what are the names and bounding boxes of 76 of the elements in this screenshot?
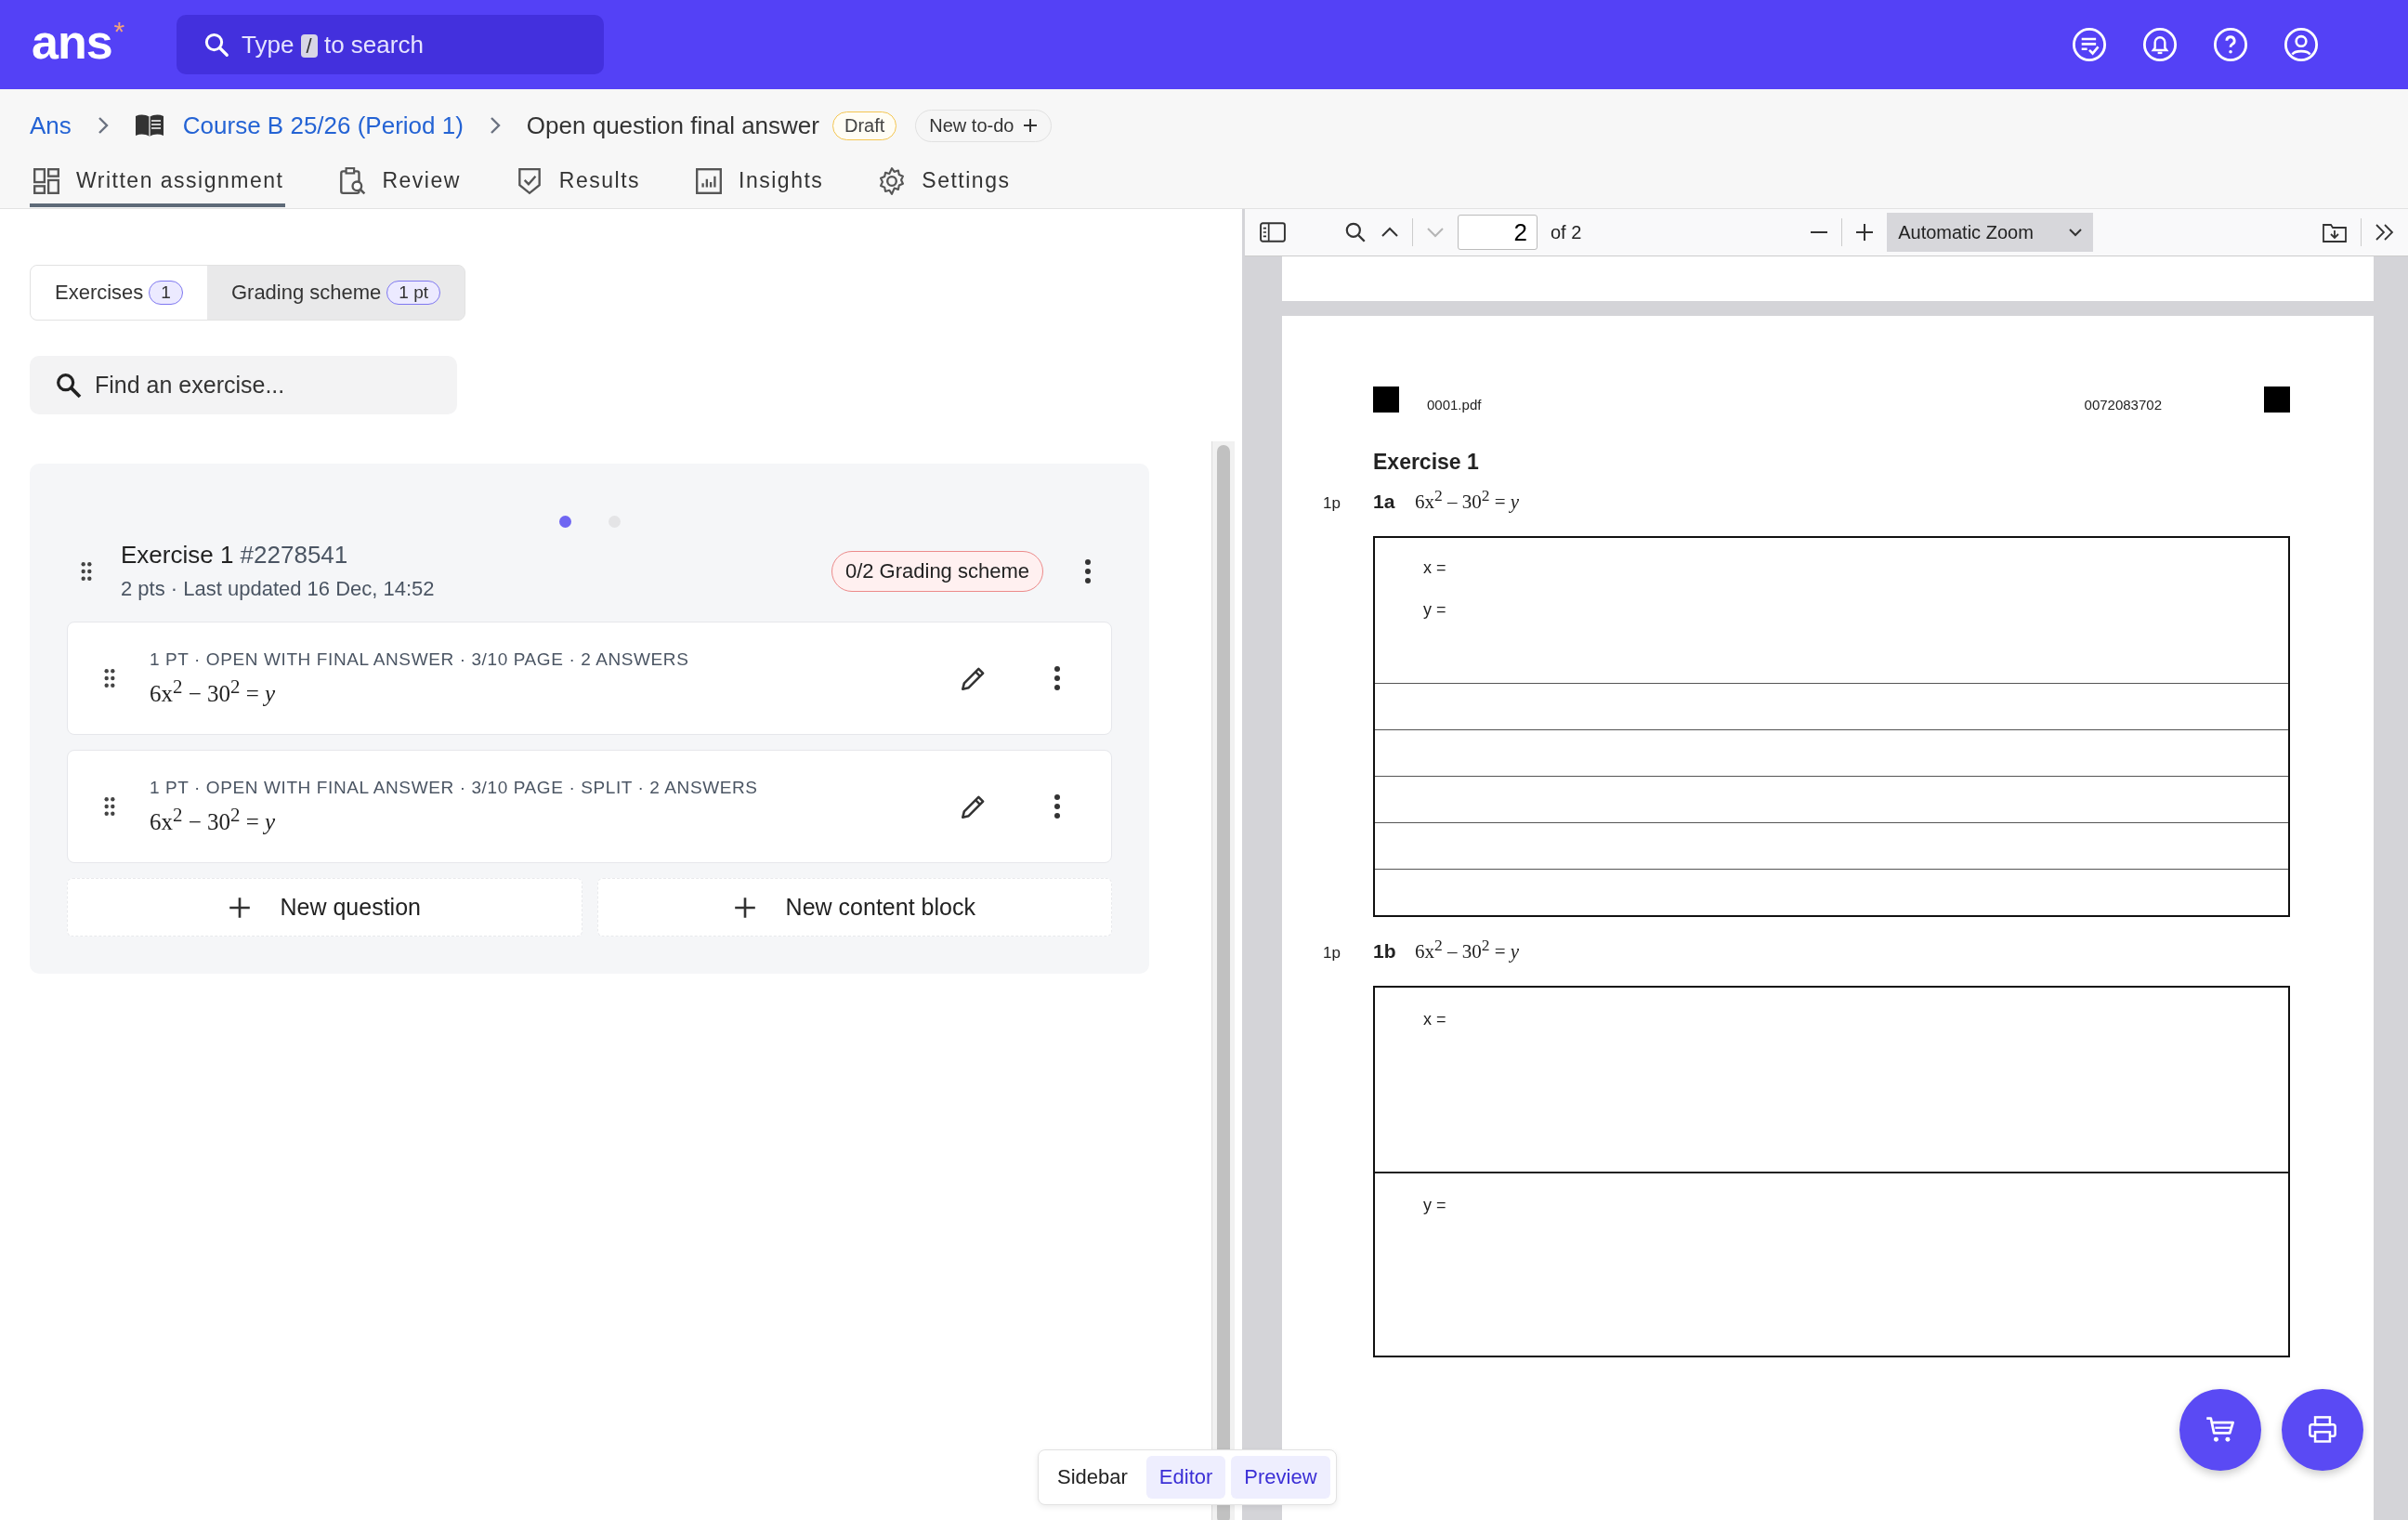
drag-handle-icon[interactable] xyxy=(80,560,93,582)
new-question-button[interactable]: New question xyxy=(67,878,582,937)
registration-mark xyxy=(1373,387,1399,413)
points-label: 1p xyxy=(1323,944,1341,963)
clipboard-search-icon xyxy=(337,165,368,196)
part-label: 1a xyxy=(1373,491,1396,513)
plus-icon xyxy=(228,896,251,919)
question-card[interactable]: 1 PT · OPEN WITH FINAL ANSWER · 3/10 PAGE · SPLIT · 2 ANSWERS 6x$^{2}$ − 30$^{2}$ = y xyxy=(67,750,1112,863)
registration-mark xyxy=(2264,387,2290,413)
page-number-field[interactable]: 2 xyxy=(1458,215,1538,250)
nav-tab[interactable]: Settings xyxy=(875,158,1013,208)
answer-label: y = xyxy=(1423,600,1447,620)
file-name: 0001.pdf xyxy=(1427,396,1482,413)
formula: 6x$^{2}$ − 30$^{2}$ = y xyxy=(150,675,277,708)
answer-label: y = xyxy=(1423,1196,1447,1215)
user-icon[interactable] xyxy=(2284,27,2319,62)
dashboard-icon xyxy=(32,165,61,196)
search-field[interactable]: Type / to search xyxy=(177,15,604,74)
nav-tab[interactable]: Insights xyxy=(692,158,826,208)
help-icon[interactable] xyxy=(2213,27,2248,62)
task-list-icon[interactable] xyxy=(2072,27,2107,62)
nav-tab[interactable]: Results xyxy=(512,158,643,208)
formula: 6x$^{2}$ − 30$^{2}$ = y xyxy=(150,803,277,836)
zoom-dropdown[interactable]: Automatic Zoom xyxy=(1887,213,2094,252)
view-toggle-option[interactable]: Editor xyxy=(1145,1456,1226,1499)
search-icon xyxy=(54,371,84,400)
sidebar-toggle-icon[interactable] xyxy=(1260,222,1286,242)
exercise-title: Exercise 1 #2278541 xyxy=(121,541,349,570)
plus-icon xyxy=(1023,118,1039,134)
breadcrumb-link[interactable]: Ans xyxy=(30,111,72,140)
carousel-dot[interactable] xyxy=(558,516,571,528)
drag-handle-icon[interactable] xyxy=(103,668,116,688)
segment-tab[interactable]: Exercises 1 xyxy=(31,266,207,320)
drag-handle-icon[interactable] xyxy=(103,796,116,817)
notifications-icon[interactable] xyxy=(2142,27,2178,62)
logo[interactable]: ans$^{*}$ xyxy=(32,18,177,66)
status-badge: Draft xyxy=(831,111,897,140)
caret-icon xyxy=(2069,228,2083,237)
exercise-meta: 2 pts · Last updated 16 Dec, 14:52 xyxy=(121,577,436,601)
more-options-icon[interactable] xyxy=(1054,666,1061,690)
more-options-icon[interactable] xyxy=(1054,794,1061,819)
nav-tab[interactable]: Written assignment xyxy=(30,158,286,208)
download-icon[interactable] xyxy=(2322,221,2348,243)
search-icon xyxy=(203,31,230,59)
page-title: Open question final answer xyxy=(526,111,819,140)
question-meta: 1 PT · OPEN WITH FINAL ANSWER · 3/10 PAGE · 2 ANSWERS xyxy=(150,649,690,670)
chevron-right-icon xyxy=(97,116,109,136)
zoom-in-icon[interactable] xyxy=(1855,223,1875,242)
search-field[interactable]: Find an exercise... xyxy=(30,356,457,414)
printer-icon xyxy=(2307,1414,2338,1446)
search-icon[interactable] xyxy=(1343,220,1368,244)
formula: 6x$^{2}$ – 30$^{2}$ = y xyxy=(1415,486,1520,514)
points-label: 1p xyxy=(1323,494,1341,513)
question-card[interactable]: 1 PT · OPEN WITH FINAL ANSWER · 3/10 PAGE · 2 ANSWERS 6x$^{2}$ − 30$^{2}$ = y xyxy=(67,622,1112,735)
book-icon xyxy=(134,113,164,138)
formula: 6x$^{2}$ – 30$^{2}$ = y xyxy=(1415,936,1520,963)
plus-icon xyxy=(733,896,756,919)
view-toggle-option[interactable]: Preview xyxy=(1231,1456,1330,1499)
previous-page-icon[interactable] xyxy=(1381,227,1399,238)
new-content-block-button[interactable]: New content block xyxy=(596,878,1112,937)
document-code: 0072083702 xyxy=(2084,396,2162,413)
scrollbar[interactable] xyxy=(1211,441,1235,1520)
question-meta: 1 PT · OPEN WITH FINAL ANSWER · 3/10 PAGE · SPLIT · 2 ANSWERS xyxy=(150,777,759,798)
part-label: 1b xyxy=(1373,940,1397,963)
chevron-right-icon xyxy=(489,116,501,136)
nav-tab[interactable]: Review xyxy=(335,158,463,208)
answer-label: x = xyxy=(1423,1010,1447,1029)
grading-scheme-badge[interactable]: 0/2 Grading scheme xyxy=(831,550,1043,592)
more-options-icon[interactable] xyxy=(1084,558,1092,583)
answer-label: x = xyxy=(1423,558,1447,578)
bar-chart-icon xyxy=(694,165,725,196)
breadcrumb-link[interactable]: Course B 25/26 (Period 1) xyxy=(182,111,464,140)
double-chevron-icon[interactable] xyxy=(2375,223,2395,242)
exercise-heading: Exercise 1 xyxy=(1373,450,1480,475)
new-todo-button[interactable]: New to-do xyxy=(915,109,1053,142)
page-count: of 2 xyxy=(1551,221,1582,243)
